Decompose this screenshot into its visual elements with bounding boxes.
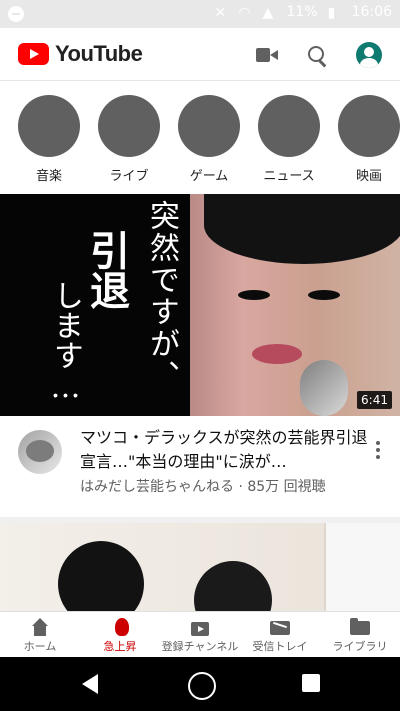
- more-options-icon[interactable]: [370, 438, 386, 460]
- mail-icon: [269, 618, 291, 636]
- thumbnail-text-3: します…: [48, 280, 83, 405]
- youtube-logo[interactable]: YouTube: [18, 41, 143, 67]
- thumbnail-person: [194, 561, 272, 611]
- thumbnail-person: [58, 541, 144, 611]
- flame-icon: [113, 618, 129, 636]
- thumbnail-photo: [190, 194, 400, 416]
- search-icon[interactable]: [306, 44, 328, 68]
- clock: 16:06: [351, 4, 392, 20]
- nav-label: 受信トレイ: [252, 640, 308, 653]
- channel-avatar[interactable]: [18, 430, 62, 474]
- chip-label: 映画: [355, 169, 382, 184]
- video-camera-icon[interactable]: [256, 48, 278, 62]
- nav-trending[interactable]: 急上昇: [80, 612, 160, 658]
- eye-shape: [238, 290, 270, 300]
- nav-inbox[interactable]: 受信トレイ: [240, 612, 320, 658]
- lips-shape: [252, 344, 302, 364]
- app-bar: YouTube: [0, 28, 400, 81]
- video-title[interactable]: マツコ・デラックスが突然の芸能界引退宣言…"本当の理由"に涙が…: [80, 426, 370, 474]
- status-bar: ✕ ◠ ▲ 11% ▮ 16:06: [0, 0, 400, 28]
- nav-subscriptions[interactable]: 登録チャンネル: [160, 612, 240, 658]
- nav-label: 登録チャンネル: [161, 640, 239, 653]
- account-avatar[interactable]: [356, 42, 382, 68]
- nav-home[interactable]: ホーム: [0, 612, 80, 658]
- app-actions: [256, 42, 382, 68]
- next-video-thumbnail[interactable]: [0, 523, 400, 611]
- category-chips: 音楽 ライブ ゲーム ニュース 映画: [0, 95, 400, 187]
- status-icons: ✕ ◠ ▲ 11% ▮ 16:06: [214, 4, 392, 21]
- wifi-icon: ◠: [238, 5, 251, 21]
- video-thumbnail[interactable]: 突然ですが、 引退 します…: [0, 194, 400, 416]
- chip-label: 音楽: [35, 169, 62, 184]
- news-icon: [258, 95, 320, 157]
- home-button-icon[interactable]: [188, 672, 216, 700]
- battery-icon: ▮: [327, 5, 336, 21]
- music-note-icon: [18, 95, 80, 157]
- chip-movies[interactable]: 映画: [337, 95, 400, 184]
- battery-percent: 11%: [286, 4, 318, 20]
- chip-label: ニュース: [263, 169, 315, 184]
- back-icon[interactable]: [82, 674, 98, 694]
- chip-music[interactable]: 音楽: [17, 95, 81, 184]
- recent-apps-icon[interactable]: [302, 674, 320, 692]
- thumbnail-background: [324, 523, 400, 611]
- chip-label: ライブ: [109, 169, 149, 184]
- signal-icon: ▲: [262, 5, 274, 21]
- microphone-icon: [300, 360, 348, 416]
- home-icon: [29, 618, 51, 636]
- thumbnail-text-1: 突然ですが、: [144, 200, 179, 392]
- mute-icon: ✕: [214, 5, 227, 21]
- chip-label: ゲーム: [189, 169, 229, 184]
- chip-live[interactable]: ライブ: [97, 95, 161, 184]
- subscriptions-icon: [189, 618, 211, 636]
- nav-library[interactable]: ライブラリ: [320, 612, 400, 658]
- thumbnail-text-panel: 突然ですが、 引退 します…: [0, 194, 190, 416]
- live-icon: [98, 95, 160, 157]
- thumbnail-text-2: 引退: [83, 230, 130, 310]
- hair-shape: [204, 194, 400, 264]
- folder-icon: [349, 618, 371, 636]
- video-duration: 6:41: [357, 391, 392, 409]
- eye-shape: [308, 290, 340, 300]
- do-not-disturb-icon: [8, 6, 24, 22]
- logo-text: YouTube: [55, 41, 143, 66]
- film-icon: [338, 95, 400, 157]
- video-metadata: はみだし芸能ちゃんねる · 85万 回視聴: [80, 479, 326, 495]
- chip-news[interactable]: ニュース: [257, 95, 321, 184]
- nav-label: 急上昇: [103, 640, 137, 653]
- bottom-navigation: ホーム 急上昇 登録チャンネル 受信トレイ ライブラリ: [0, 611, 400, 658]
- nav-label: ホーム: [23, 640, 57, 653]
- youtube-play-icon: [18, 43, 49, 65]
- system-navigation-bar: [0, 657, 400, 711]
- gamepad-icon: [178, 95, 240, 157]
- chip-gaming[interactable]: ゲーム: [177, 95, 241, 184]
- nav-label: ライブラリ: [332, 640, 388, 653]
